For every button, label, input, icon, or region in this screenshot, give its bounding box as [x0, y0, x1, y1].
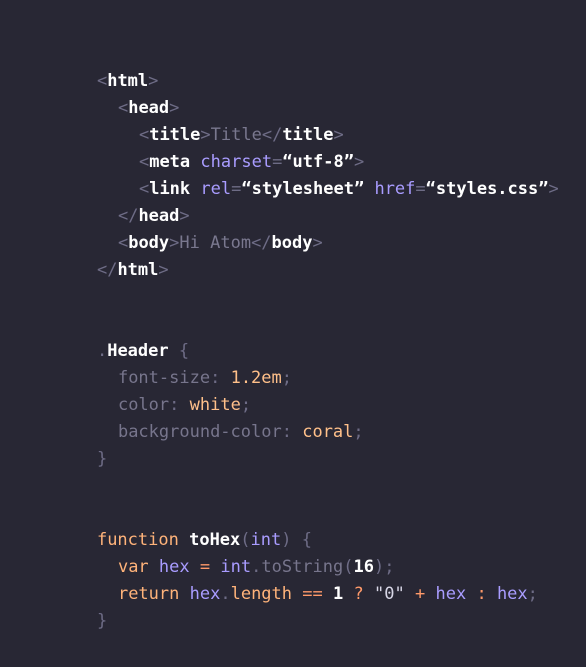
operator: ? [353, 584, 364, 604]
close-brace: } [96, 611, 108, 631]
semicolon: ; [527, 584, 538, 604]
attribute-name: href [374, 179, 416, 199]
code-line-html-open: <html> [56, 41, 158, 91]
property-name: length [230, 584, 293, 604]
dot: . [220, 584, 231, 604]
code-line-head-close: </head> [77, 176, 190, 226]
variable: hex [496, 584, 528, 604]
keyword: return [117, 584, 180, 604]
semicolon: ; [281, 368, 293, 388]
tag-name: body [271, 233, 313, 253]
code-line-js-function: function toHex(int) { [56, 500, 312, 550]
code-line-title: <title>Title</title> [98, 95, 344, 145]
tag-bracket: > [312, 233, 323, 253]
code-line-link: <link rel=“stylesheet” href=“styles.css”… [98, 149, 559, 199]
code-editor[interactable]: <html> <head> <title>Title</title> <meta… [0, 0, 586, 667]
equals-sign: = [231, 179, 242, 199]
attribute-name: rel [200, 179, 232, 199]
attribute-value: “stylesheet” [241, 179, 365, 199]
code-line-css-selector: .Header { [56, 311, 189, 361]
tag-bracket: > [158, 260, 169, 280]
tag-bracket: </ [251, 233, 272, 253]
attribute-value: “styles.css” [425, 179, 549, 199]
equals-sign: = [415, 179, 426, 199]
tag-bracket: > [169, 233, 180, 253]
close-brace: } [96, 449, 108, 469]
code-line-js-close: } [56, 581, 107, 631]
number-literal: 1 [333, 584, 344, 604]
variable: hex [189, 584, 221, 604]
semicolon: ; [353, 422, 364, 442]
code-line-body: <body>Hi Atom</body> [77, 203, 323, 253]
css-value: coral [302, 422, 354, 442]
string-literal: "0" [374, 584, 405, 604]
css-property: background-color [117, 422, 282, 442]
code-line-js-return: return hex.length == 1 ? "0" + hex : hex… [77, 554, 538, 604]
tag-text: Hi Atom [179, 233, 252, 253]
code-line-css-font-size: font-size: 1.2em; [77, 338, 292, 388]
colon: : [281, 422, 292, 442]
code-line-css-color: color: white; [77, 365, 251, 415]
code-line-css-background: background-color: coral; [77, 392, 364, 442]
variable: hex [435, 584, 467, 604]
code-line-css-close: } [56, 419, 107, 469]
code-line-meta: <meta charset=“utf-8”> [98, 122, 364, 172]
operator: == [302, 584, 323, 604]
tag-bracket: > [548, 179, 559, 199]
tag-bracket: </ [96, 260, 118, 280]
code-line-html-close: </html> [56, 230, 169, 280]
tag-name: html [117, 260, 159, 280]
operator: : [476, 584, 487, 604]
code-line-head-open: <head> [77, 68, 179, 118]
operator: + [414, 584, 426, 604]
code-line-js-var: var hex = int.toString(16); [77, 527, 395, 577]
